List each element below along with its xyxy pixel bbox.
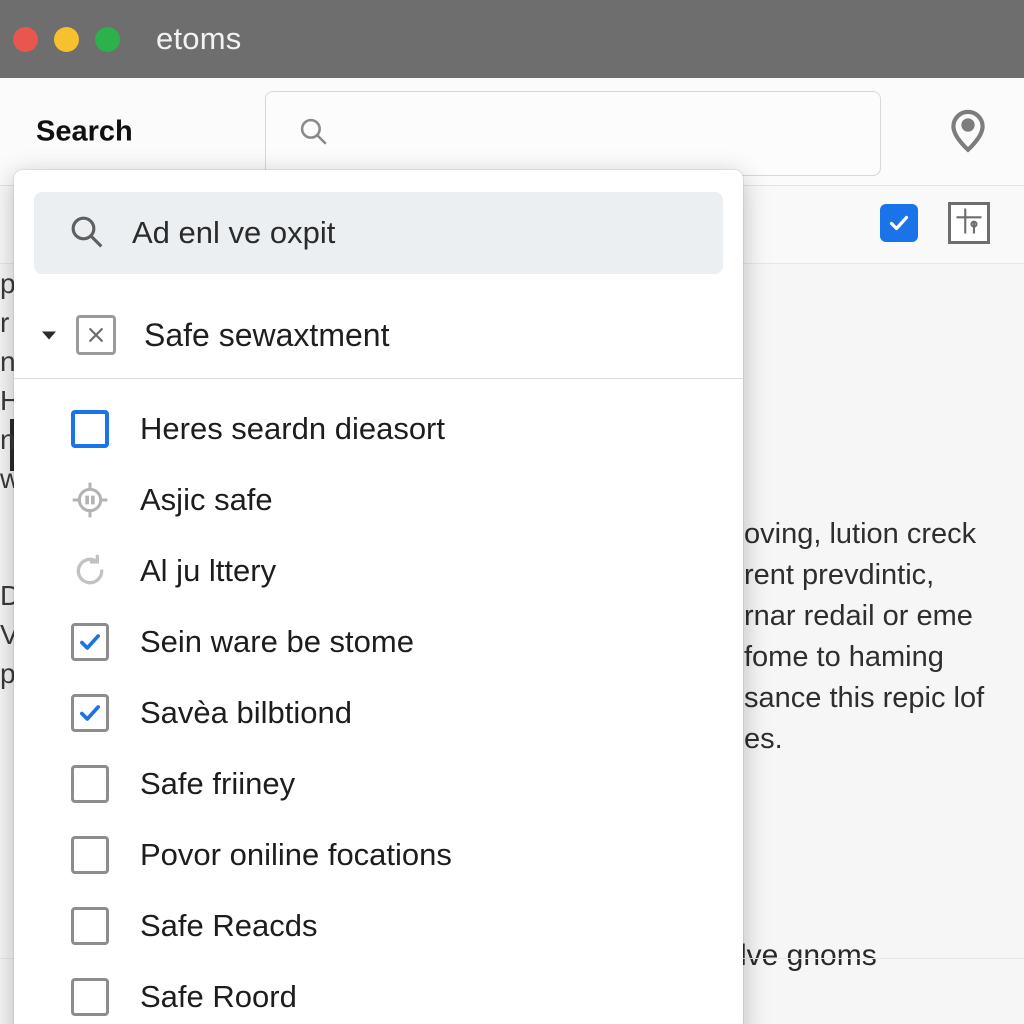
checkbox-unchecked-icon[interactable] xyxy=(70,977,110,1017)
checkmark-icon xyxy=(887,211,911,235)
location-pin-icon xyxy=(943,105,993,158)
checkbox-checked-icon[interactable] xyxy=(70,622,110,662)
paragraph-line: oving, lution creck xyxy=(744,518,977,550)
page-title: Search xyxy=(36,115,133,147)
checkbox-box xyxy=(71,693,109,732)
window-titlebar: etoms xyxy=(0,0,1024,78)
dropdown-search-wrapper xyxy=(14,170,743,292)
close-button-icon[interactable] xyxy=(13,26,38,52)
page-actions xyxy=(880,202,990,244)
checkbox-checked-icon[interactable] xyxy=(70,693,110,733)
traffic-lights xyxy=(13,26,120,52)
list-item-label: Asjic safe xyxy=(140,481,273,517)
body-paragraph-tail: lve gnoms xyxy=(740,939,877,972)
paragraph-line: fome to haming xyxy=(744,641,944,673)
list-item[interactable]: Safe friiney xyxy=(14,748,743,819)
list-item-label: Sein ware be stome xyxy=(140,623,414,659)
checkbox-unchecked-icon[interactable] xyxy=(70,835,110,875)
list-item-label: Safe friiney xyxy=(140,765,296,801)
dropdown-item-list: Heres seardn dieasort Asjic safe Al ju ltt… xyxy=(14,379,743,1024)
checkbox-unchecked-icon[interactable] xyxy=(70,906,110,946)
checkbox-box xyxy=(71,764,109,803)
checkbox-checked-button[interactable] xyxy=(880,204,918,242)
dropdown-search-field[interactable] xyxy=(34,192,723,274)
search-icon xyxy=(296,114,330,153)
zoom-button-icon[interactable] xyxy=(95,26,120,52)
window-title: etoms xyxy=(156,21,242,56)
checkbox-box xyxy=(71,906,109,945)
list-item[interactable]: Safe Reacds xyxy=(14,890,743,961)
target-pause-icon[interactable] xyxy=(70,480,110,520)
checkbox-box xyxy=(71,977,109,1016)
paragraph-line: sance this repic lof xyxy=(744,682,985,714)
list-item[interactable]: Al ju lttery xyxy=(14,535,743,606)
list-item-label: Savèa bilbtiond xyxy=(140,694,352,730)
dropdown-search-input[interactable] xyxy=(132,215,692,251)
refresh-arc-icon[interactable] xyxy=(70,551,110,591)
list-item-label: Heres seardn dieasort xyxy=(140,410,445,446)
list-item[interactable]: Safe Roord xyxy=(14,961,743,1024)
dropdown-group-label: Safe sewaxtment xyxy=(144,316,390,353)
paragraph-line: rnar redail or eme xyxy=(744,600,973,632)
list-item-label: Al ju lttery xyxy=(140,552,277,588)
layout-grid-button[interactable] xyxy=(948,202,990,244)
app-window: etoms Search p r n H n w D V p oving, lu… xyxy=(0,0,1024,1024)
dropdown-group-header[interactable]: Safe sewaxtment xyxy=(14,292,743,378)
paragraph-line: rent prevdintic, xyxy=(744,559,935,591)
search-input[interactable] xyxy=(346,118,866,149)
location-pin-button[interactable] xyxy=(942,106,994,158)
search-field[interactable] xyxy=(265,91,881,176)
checkbox-unchecked-blue-icon[interactable] xyxy=(70,409,110,449)
paragraph-line: es. xyxy=(744,723,783,755)
body-paragraph: oving, lution creck rent prevdintic, rnar … xyxy=(744,514,1024,760)
list-item[interactable]: Savèa bilbtiond xyxy=(14,677,743,748)
list-item[interactable]: Povor oniline focations xyxy=(14,819,743,890)
minimize-button-icon[interactable] xyxy=(54,26,79,52)
list-item-label: Safe Reacds xyxy=(140,907,318,943)
checkbox-box xyxy=(71,835,109,874)
list-item[interactable]: Asjic safe xyxy=(14,464,743,535)
checkbox-unchecked-icon[interactable] xyxy=(70,764,110,804)
list-item-label: Safe Roord xyxy=(140,978,297,1014)
checkbox-box xyxy=(71,622,109,661)
filter-dropdown-panel: Safe sewaxtment Heres seardn dieasort Asj… xyxy=(14,170,743,1024)
grid-layout-icon xyxy=(954,206,984,241)
x-box-icon[interactable] xyxy=(76,315,116,355)
checkbox-box xyxy=(71,409,109,448)
chevron-down-icon[interactable] xyxy=(36,323,62,347)
list-item-label: Povor oniline focations xyxy=(140,836,452,872)
list-item[interactable]: Heres seardn dieasort xyxy=(14,393,743,464)
search-icon xyxy=(66,211,106,256)
list-item[interactable]: Sein ware be stome xyxy=(14,606,743,677)
